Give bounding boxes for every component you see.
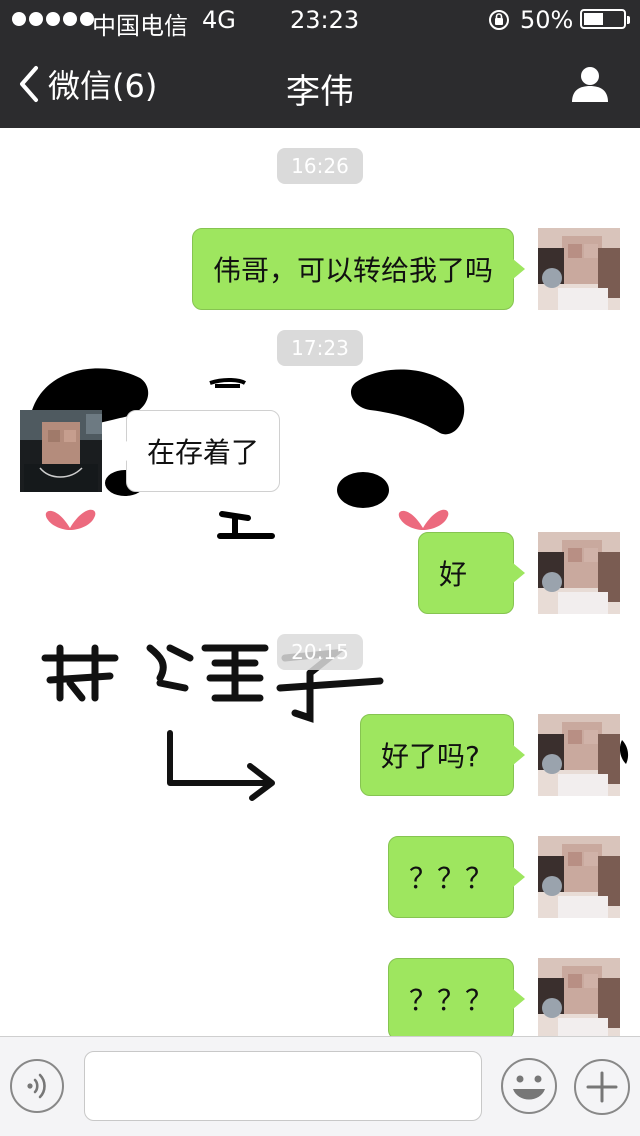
outgoing-message[interactable]: 好 <box>418 532 525 614</box>
chat-title: 李伟 <box>286 72 354 112</box>
incoming-message[interactable]: 在存着了 <box>115 410 280 492</box>
avatar[interactable] <box>538 714 620 796</box>
status-bar: 中国电信 4G 23:23 50% <box>0 0 640 40</box>
emoji-icon[interactable] <box>500 1057 558 1115</box>
battery-percent: 50% <box>520 6 574 34</box>
timestamp: 20:15 <box>0 634 640 670</box>
outgoing-message[interactable]: 好了吗? <box>360 714 525 796</box>
avatar[interactable] <box>538 836 620 918</box>
avatar[interactable] <box>538 958 620 1036</box>
status-time: 23:23 <box>290 6 360 34</box>
message-text: 好 <box>439 558 468 591</box>
plus-icon <box>586 1071 618 1103</box>
chat-screen: 中国电信 4G 23:23 50% 微信(6) 李伟 16:26 17:23 2… <box>0 0 640 1136</box>
avatar[interactable] <box>538 532 620 614</box>
message-text: 在存着了 <box>147 436 260 469</box>
navigation-bar: 微信(6) 李伟 <box>0 40 640 128</box>
carrier-name: 中国电信 <box>92 12 188 40</box>
signal-strength-icon <box>12 12 94 26</box>
person-icon[interactable] <box>570 64 610 104</box>
avatar[interactable] <box>538 228 620 310</box>
message-text: ？？？ <box>409 862 494 895</box>
voice-icon <box>27 1073 46 1099</box>
timestamp-label: 17:23 <box>277 330 363 366</box>
timestamp: 16:26 <box>0 148 640 184</box>
plus-button[interactable] <box>574 1059 630 1115</box>
message-text: 好了吗? <box>381 740 480 773</box>
avatar[interactable] <box>20 410 102 492</box>
timestamp-label: 16:26 <box>277 148 363 184</box>
outgoing-message[interactable]: 伟哥，可以转给我了吗 <box>192 228 525 310</box>
network-type: 4G <box>202 6 236 34</box>
outgoing-message[interactable]: ？？？ <box>388 958 525 1036</box>
timestamp-label: 20:15 <box>277 634 363 670</box>
message-text: ？？？ <box>409 984 494 1017</box>
voice-button[interactable] <box>10 1059 64 1113</box>
timestamp: 17:23 <box>0 330 640 366</box>
rotation-lock-icon <box>489 10 509 30</box>
message-list[interactable]: 16:26 17:23 20:15 伟哥，可以转给我了吗 在存着了 好 好了吗?… <box>0 128 640 1036</box>
input-toolbar <box>0 1036 640 1136</box>
outgoing-message[interactable]: ？？？ <box>388 836 525 918</box>
battery-icon <box>580 9 630 29</box>
message-input[interactable] <box>84 1051 482 1121</box>
message-text: 伟哥，可以转给我了吗 <box>213 254 494 287</box>
